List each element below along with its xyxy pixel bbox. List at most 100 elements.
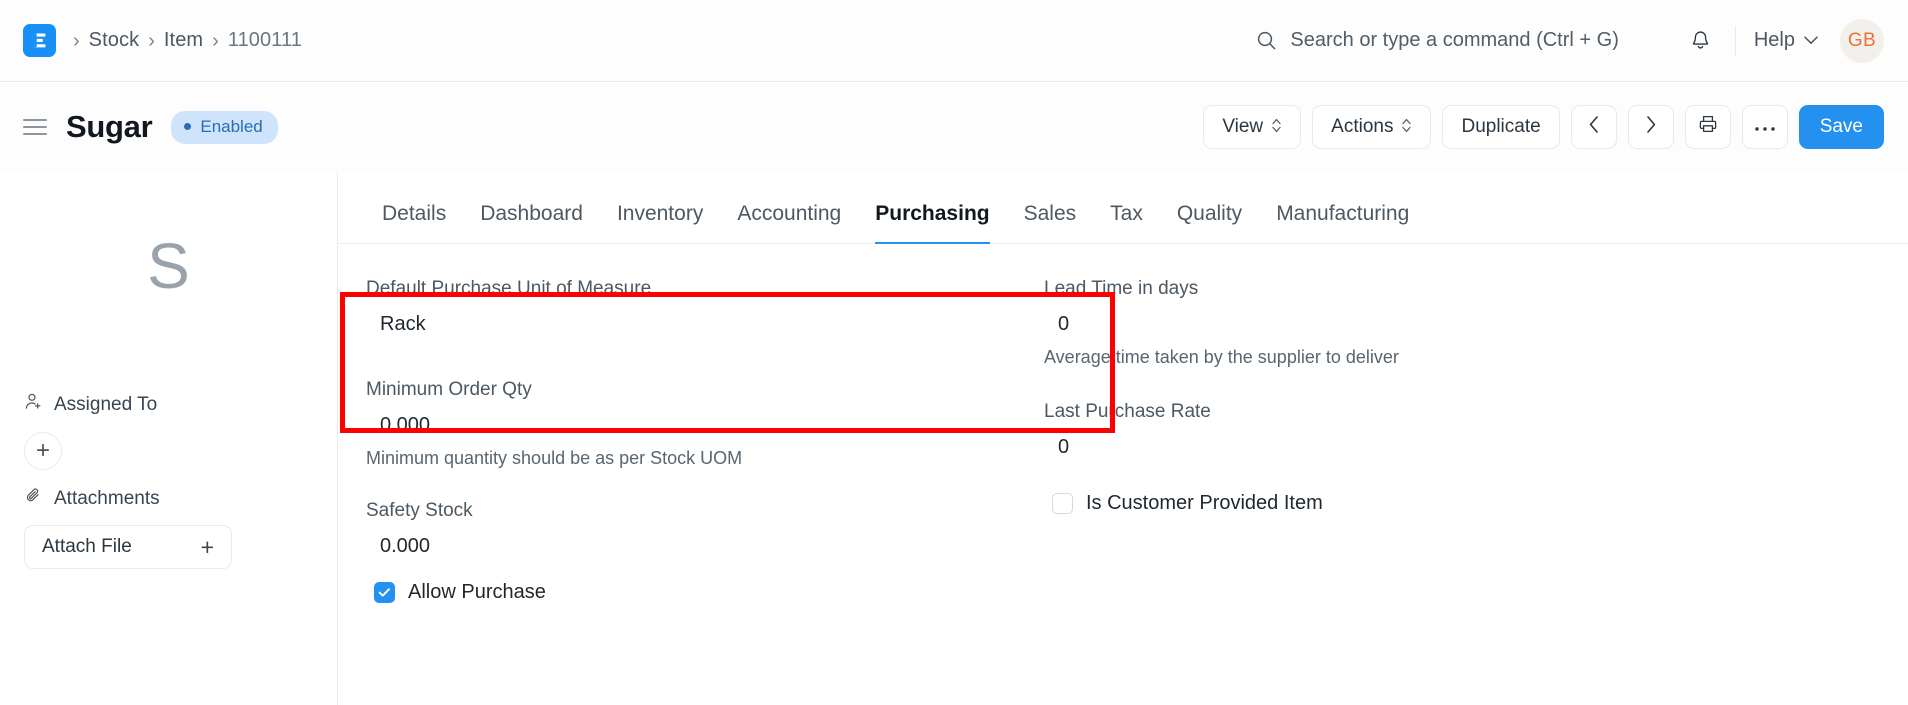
- paperclip-icon: [24, 486, 43, 511]
- assigned-to-section: Assigned To +: [24, 392, 313, 470]
- printer-icon: [1698, 114, 1718, 140]
- attachments-section: Attachments Attach File +: [24, 486, 313, 569]
- last-purchase-rate-value[interactable]: 0: [1044, 427, 1698, 468]
- chevron-left-icon: [1588, 115, 1600, 140]
- erpnext-logo-icon[interactable]: [23, 24, 56, 57]
- page-header: Sugar Enabled View Actions Duplicate Sav…: [0, 82, 1908, 172]
- minimum-order-qty-description: Minimum quantity should be as per Stock …: [366, 448, 743, 468]
- chevron-right-icon: [1645, 115, 1657, 140]
- allow-purchase-checkbox[interactable]: [374, 582, 395, 603]
- add-assignment-button[interactable]: +: [24, 432, 62, 470]
- breadcrumb-separator-2: ›: [212, 29, 219, 52]
- safety-stock-field: Safety Stock 0.000: [366, 490, 1018, 567]
- is-customer-provided-item-label: Is Customer Provided Item: [1086, 492, 1323, 514]
- breadcrumb-item-item[interactable]: Item: [164, 29, 203, 52]
- plus-icon: +: [35, 437, 50, 464]
- safety-stock-label: Safety Stock: [366, 500, 473, 521]
- purchasing-form: Default Purchase Unit of Measure Rack Mi…: [338, 244, 1908, 705]
- minimum-order-qty-label: Minimum Order Qty: [366, 379, 532, 400]
- is-customer-provided-item-checkbox[interactable]: [1052, 493, 1073, 514]
- status-badge-label: Enabled: [200, 116, 263, 136]
- attach-file-label: Attach File: [42, 536, 132, 557]
- navbar-right: Search or type a command (Ctrl + G) Help: [1256, 18, 1908, 63]
- status-dot-icon: [184, 123, 192, 130]
- view-button[interactable]: View: [1203, 105, 1302, 149]
- hamburger-menu-icon[interactable]: [23, 119, 47, 135]
- print-button[interactable]: [1684, 105, 1731, 149]
- chevron-up-down-icon: [1271, 117, 1282, 137]
- lead-time-description: Average time taken by the supplier to de…: [1044, 347, 1399, 367]
- breadcrumb-item-1100111[interactable]: 1100111: [228, 29, 302, 52]
- previous-document-button[interactable]: [1570, 105, 1617, 149]
- search-input[interactable]: Search or type a command (Ctrl + G): [1256, 29, 1619, 52]
- view-button-label: View: [1222, 116, 1264, 137]
- form-column-right: Lead Time in days 0 Average time taken b…: [1018, 244, 1698, 705]
- document-sidebar: S Assigned To + Attachments Attach File …: [0, 172, 338, 705]
- more-options-button[interactable]: [1741, 105, 1788, 149]
- assigned-to-label: Assigned To: [54, 393, 158, 415]
- actions-button[interactable]: Actions: [1312, 105, 1432, 149]
- bell-icon[interactable]: [1681, 21, 1721, 61]
- breadcrumb: › Stock › Item › 1100111: [64, 29, 302, 52]
- actions-button-label: Actions: [1331, 116, 1394, 137]
- tab-quality[interactable]: Quality: [1160, 202, 1259, 243]
- search-placeholder-text: Search or type a command (Ctrl + G): [1290, 29, 1619, 51]
- lead-time-value[interactable]: 0: [1044, 304, 1698, 345]
- attach-file-button[interactable]: Attach File +: [24, 525, 232, 569]
- duplicate-button-label: Duplicate: [1461, 116, 1541, 137]
- page-body: S Assigned To + Attachments Attach File …: [0, 172, 1908, 705]
- assigned-to-header: Assigned To: [24, 392, 313, 417]
- page-header-left: Sugar Enabled: [0, 109, 278, 145]
- tab-details[interactable]: Details: [365, 202, 463, 243]
- document-avatar[interactable]: S: [24, 234, 313, 304]
- lead-time-label: Lead Time in days: [1044, 278, 1199, 299]
- allow-purchase-checkbox-row[interactable]: Allow Purchase: [366, 569, 1018, 604]
- default-purchase-uom-label: Default Purchase Unit of Measure: [366, 278, 652, 299]
- navbar-left: › Stock › Item › 1100111: [0, 24, 302, 57]
- safety-stock-value[interactable]: 0.000: [366, 526, 1018, 567]
- tab-sales[interactable]: Sales: [1007, 202, 1094, 243]
- form-tabs: Details Dashboard Inventory Accounting P…: [338, 172, 1908, 244]
- search-icon: [1256, 30, 1277, 51]
- attachments-header: Attachments: [24, 486, 313, 511]
- attachments-label: Attachments: [54, 487, 160, 509]
- page-header-actions: View Actions Duplicate Save: [1203, 105, 1908, 149]
- next-document-button[interactable]: [1627, 105, 1674, 149]
- default-purchase-uom-value[interactable]: Rack: [366, 304, 1018, 345]
- duplicate-button[interactable]: Duplicate: [1442, 105, 1560, 149]
- form-column-left: Default Purchase Unit of Measure Rack Mi…: [338, 244, 1018, 705]
- user-plus-icon: [24, 392, 43, 417]
- avatar[interactable]: GB: [1840, 18, 1884, 63]
- save-button[interactable]: Save: [1798, 105, 1884, 149]
- is-customer-provided-item-row[interactable]: Is Customer Provided Item: [1044, 470, 1698, 515]
- breadcrumb-item-stock[interactable]: Stock: [89, 29, 140, 52]
- document-main: Details Dashboard Inventory Accounting P…: [338, 172, 1908, 705]
- avatar-initials: GB: [1847, 29, 1877, 51]
- status-badge: Enabled: [171, 110, 278, 144]
- tab-tax[interactable]: Tax: [1093, 202, 1160, 243]
- plus-icon: +: [200, 533, 214, 560]
- breadcrumb-separator-0: ›: [73, 29, 80, 52]
- tab-purchasing[interactable]: Purchasing: [858, 202, 1006, 244]
- help-menu[interactable]: Help: [1754, 29, 1818, 52]
- last-purchase-rate-field: Last Purchase Rate 0: [1044, 391, 1698, 468]
- app-window: › Stock › Item › 1100111 Search or type …: [0, 0, 1908, 705]
- breadcrumb-separator-1: ›: [148, 29, 155, 52]
- help-label: Help: [1753, 29, 1795, 51]
- ellipsis-icon: [1754, 116, 1776, 138]
- minimum-order-qty-value[interactable]: 0.000: [366, 405, 1018, 446]
- chevron-up-down-icon: [1401, 117, 1412, 137]
- chevron-down-icon: [1804, 32, 1818, 50]
- tab-accounting[interactable]: Accounting: [720, 202, 858, 243]
- navbar-divider: [1734, 25, 1736, 56]
- save-button-label: Save: [1819, 116, 1863, 137]
- lead-time-in-days-field: Lead Time in days 0 Average time taken b…: [1044, 268, 1698, 374]
- minimum-order-qty-field: Minimum Order Qty 0.000 Minimum quantity…: [366, 369, 1018, 475]
- document-avatar-letter: S: [147, 230, 190, 302]
- last-purchase-rate-label: Last Purchase Rate: [1044, 401, 1211, 422]
- top-navbar: › Stock › Item › 1100111 Search or type …: [0, 0, 1908, 82]
- tab-dashboard[interactable]: Dashboard: [463, 202, 600, 243]
- allow-purchase-label: Allow Purchase: [408, 581, 546, 603]
- tab-manufacturing[interactable]: Manufacturing: [1259, 202, 1426, 243]
- tab-inventory[interactable]: Inventory: [600, 202, 720, 243]
